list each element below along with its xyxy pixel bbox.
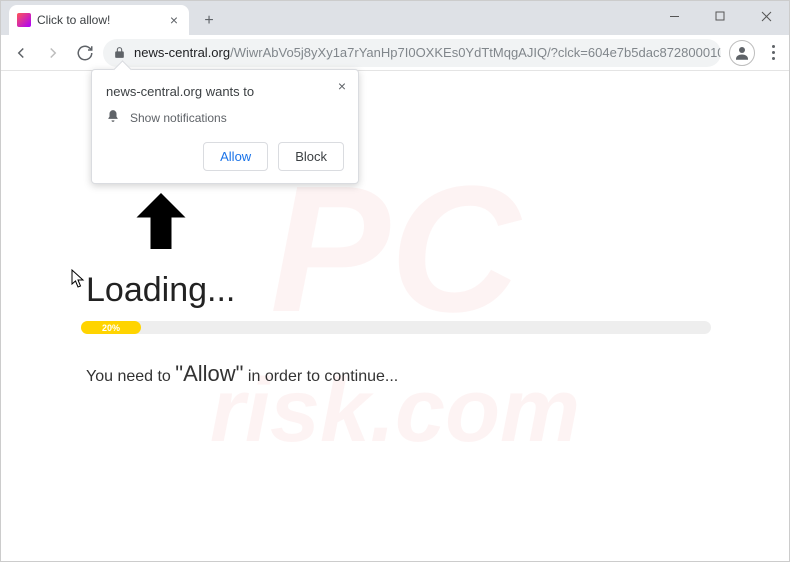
tab-title: Click to allow! [37, 13, 110, 27]
window-controls [651, 1, 789, 31]
permission-origin-text: news-central.org wants to [106, 84, 344, 99]
permission-buttons: Allow Block [106, 142, 344, 171]
tab-close-icon[interactable]: × [167, 13, 181, 27]
new-tab-button[interactable]: + [195, 7, 223, 35]
instruction-post: in order to continue... [243, 368, 398, 385]
url-text: news-central.org/WiwrAbVo5j8yXy1a7rYanHp… [134, 45, 721, 60]
reload-button[interactable] [71, 39, 99, 67]
tab-strip: Click to allow! × + [1, 1, 789, 35]
window-minimize-button[interactable] [651, 1, 697, 31]
url-path: /WiwrAbVo5j8yXy1a7rYanHp7I0OXKEs0YdTtMqg… [230, 45, 721, 60]
lock-icon [113, 46, 126, 59]
browser-tab[interactable]: Click to allow! × [9, 5, 189, 35]
forward-button[interactable] [39, 39, 67, 67]
tab-favicon [17, 13, 31, 27]
window-close-button[interactable] [743, 1, 789, 31]
loading-heading: Loading... [86, 271, 235, 310]
instruction-pre: You need to [86, 368, 175, 385]
progress-label: 20% [81, 321, 141, 334]
chrome-menu-button[interactable] [763, 45, 783, 60]
allow-button[interactable]: Allow [203, 142, 268, 171]
notification-permission-popup: × news-central.org wants to Show notific… [91, 69, 359, 184]
profile-avatar-button[interactable] [729, 40, 755, 66]
address-bar[interactable]: news-central.org/WiwrAbVo5j8yXy1a7rYanHp… [103, 39, 721, 67]
url-host: news-central.org [134, 45, 230, 60]
permission-capability-row: Show notifications [106, 109, 344, 126]
permission-capability-label: Show notifications [130, 111, 227, 125]
instruction-allow-word: "Allow" [175, 361, 243, 386]
popup-close-icon[interactable]: × [334, 78, 350, 94]
block-button[interactable]: Block [278, 142, 344, 171]
back-button[interactable] [7, 39, 35, 67]
progress-bar: 20% [81, 321, 711, 334]
bell-icon [106, 109, 120, 126]
up-arrow-icon [121, 186, 201, 256]
instruction-text: You need to "Allow" in order to continue… [86, 361, 398, 387]
window-maximize-button[interactable] [697, 1, 743, 31]
cursor-icon [71, 269, 87, 289]
